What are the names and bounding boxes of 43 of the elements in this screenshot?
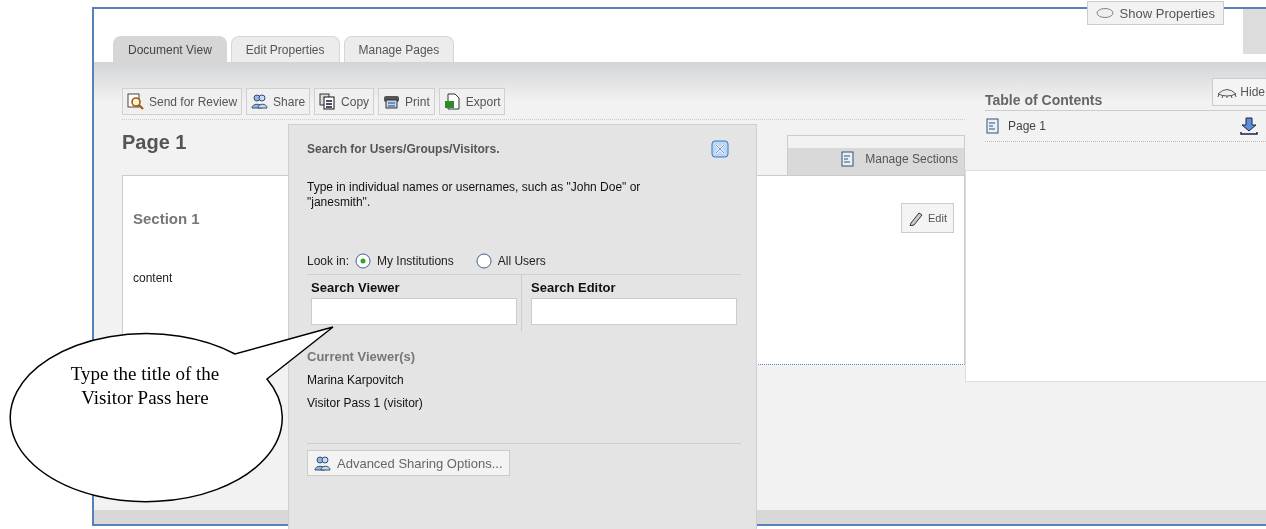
export-icon: [443, 93, 461, 110]
document-icon: [840, 150, 856, 167]
section-title: Section 1: [133, 209, 200, 227]
current-viewers-title: Current Viewer(s): [307, 349, 417, 364]
tab[interactable]: Manage Pages: [343, 36, 455, 62]
people-icon: [314, 454, 331, 472]
page-title: Page 1: [122, 131, 187, 154]
show-properties-button[interactable]: Show Properties: [1086, 1, 1224, 25]
radio-option[interactable]: My Institutions: [355, 253, 454, 269]
hide-button[interactable]: Hide: [1212, 78, 1266, 106]
printer-icon: [383, 93, 401, 110]
search-document-icon: [127, 93, 144, 110]
toolbar-button[interactable]: Copy: [314, 88, 375, 115]
tab[interactable]: Edit Properties: [230, 36, 340, 62]
toc-item[interactable]: Page 1: [1008, 119, 1232, 133]
document-icon: [985, 118, 1000, 134]
radio-option[interactable]: All Users: [475, 253, 546, 269]
toolbar-button[interactable]: Export: [438, 88, 506, 115]
toc-title: Table of Contents: [985, 92, 1103, 108]
viewer-name: Marina Karpovitch: [307, 373, 405, 387]
look-in-label: Look in:: [307, 254, 350, 268]
tab[interactable]: Document View: [113, 36, 227, 62]
edit-button[interactable]: Edit: [901, 203, 954, 233]
callout-text: Type the title of the Visitor Pass here: [69, 362, 221, 410]
toolbar-button[interactable]: Send for Review: [122, 88, 243, 115]
search-viewer-label: Search Viewer: [311, 280, 401, 295]
copy-icon: [319, 93, 337, 110]
section-content: content: [133, 271, 173, 285]
close-icon[interactable]: [711, 140, 729, 158]
toolbar-button[interactable]: Share: [246, 88, 311, 115]
popup-title: Search for Users/Groups/Visitors.: [307, 142, 500, 156]
side-panel: [1243, 9, 1266, 54]
advanced-sharing-button[interactable]: Advanced Sharing Options...: [307, 450, 510, 476]
download-icon[interactable]: [1240, 117, 1258, 135]
pencil-icon: [908, 210, 925, 226]
viewer-name: Visitor Pass 1 (visitor): [307, 396, 424, 410]
manage-sections-tab[interactable]: Manage Sections: [787, 135, 965, 175]
toolbar-button[interactable]: Print: [378, 88, 435, 115]
search-editor-field[interactable]: [531, 298, 737, 325]
instructions-text: Type in individual names or usernames, such as "John Doe" or "janesmith".: [307, 180, 642, 210]
people-icon: [251, 93, 269, 110]
search-viewer-field[interactable]: [311, 298, 517, 325]
search-editor-label: Search Editor: [531, 280, 617, 295]
